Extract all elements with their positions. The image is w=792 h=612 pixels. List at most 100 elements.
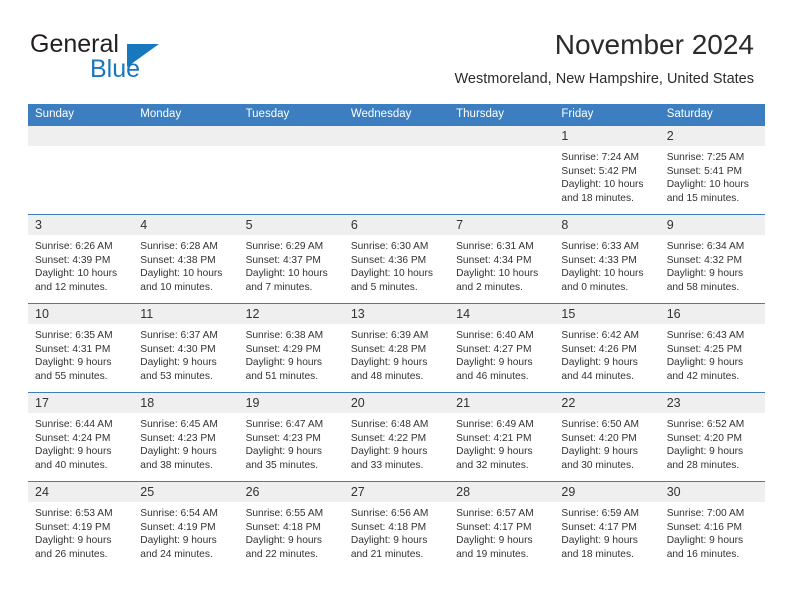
day-number: 8 bbox=[554, 215, 660, 235]
calendar-day-cell[interactable]: 10 Sunrise: 6:35 AM Sunset: 4:31 PM Dayligh… bbox=[28, 303, 134, 393]
general-blue-logo[interactable]: General Blue bbox=[30, 30, 210, 88]
daylight-duration-line1: Daylight: 9 hours bbox=[666, 357, 744, 369]
day-details: Sunrise: 6:42 AM Sunset: 4:26 PM Daylight:… bbox=[554, 324, 659, 383]
sunset-time: Sunset: 4:18 PM bbox=[350, 521, 427, 533]
calendar-day-cell[interactable]: 6 Sunrise: 6:30 AM Sunset: 4:36 PM Daylight… bbox=[343, 214, 450, 304]
sunset-time: Sunset: 4:24 PM bbox=[35, 432, 111, 444]
calendar-day-cell[interactable]: 19 Sunrise: 6:47 AM Sunset: 4:23 PM Dayligh… bbox=[238, 392, 344, 482]
daylight-duration-line2: and 0 minutes. bbox=[561, 281, 629, 293]
calendar-week-row: 17 Sunrise: 6:44 AM Sunset: 4:24 PM Dayligh… bbox=[28, 392, 765, 482]
calendar-day-cell[interactable]: 13 Sunrise: 6:39 AM Sunset: 4:28 PM Dayligh… bbox=[343, 303, 450, 393]
calendar-week-row: 10 Sunrise: 6:35 AM Sunset: 4:31 PM Dayligh… bbox=[28, 303, 765, 393]
calendar-day-cell[interactable]: 25 Sunrise: 6:54 AM Sunset: 4:19 PM Dayligh… bbox=[133, 481, 239, 570]
calendar-day-cell[interactable]: 3 Sunrise: 6:26 AM Sunset: 4:39 PM Daylight… bbox=[28, 214, 134, 304]
calendar-day-cell[interactable]: 26 Sunrise: 6:55 AM Sunset: 4:18 PM Dayligh… bbox=[238, 481, 344, 570]
daylight-duration-line1: Daylight: 9 hours bbox=[35, 357, 112, 369]
calendar-day-cell[interactable]: 9 Sunrise: 6:34 AM Sunset: 4:32 PM Daylight… bbox=[659, 214, 765, 304]
sunrise-time: Sunrise: 6:47 AM bbox=[245, 419, 324, 430]
day-details: Sunrise: 6:30 AM Sunset: 4:36 PM Daylight:… bbox=[344, 235, 449, 294]
sunset-time: Sunset: 4:23 PM bbox=[245, 432, 321, 444]
calendar-day-cell[interactable]: 18 Sunrise: 6:45 AM Sunset: 4:23 PM Dayligh… bbox=[133, 392, 239, 482]
calendar-day-cell[interactable]: 15 Sunrise: 6:42 AM Sunset: 4:26 PM Dayligh… bbox=[554, 303, 660, 393]
day-number bbox=[343, 126, 450, 146]
day-number: 19 bbox=[238, 393, 344, 413]
daylight-duration-line1: Daylight: 9 hours bbox=[666, 446, 744, 458]
sunrise-time: Sunrise: 6:45 AM bbox=[140, 419, 218, 430]
calendar-day-cell[interactable]: 22 Sunrise: 6:50 AM Sunset: 4:20 PM Dayligh… bbox=[554, 392, 660, 482]
daylight-duration-line1: Daylight: 9 hours bbox=[245, 357, 323, 369]
sunrise-time: Sunrise: 6:48 AM bbox=[350, 419, 429, 430]
calendar-day-cell[interactable]: 30 Sunrise: 7:00 AM Sunset: 4:16 PM Dayligh… bbox=[659, 481, 765, 570]
sunrise-time: Sunrise: 6:28 AM bbox=[140, 241, 218, 252]
calendar-day-cell[interactable]: 29 Sunrise: 6:59 AM Sunset: 4:17 PM Dayligh… bbox=[554, 481, 660, 570]
calendar-day-cell[interactable]: 27 Sunrise: 6:56 AM Sunset: 4:18 PM Dayligh… bbox=[343, 481, 450, 570]
daylight-duration-line1: Daylight: 9 hours bbox=[140, 446, 217, 458]
sunset-time: Sunset: 4:25 PM bbox=[666, 343, 743, 355]
calendar-day-cell[interactable]: 5 Sunrise: 6:29 AM Sunset: 4:37 PM Daylight… bbox=[238, 214, 344, 304]
sunrise-time: Sunrise: 6:59 AM bbox=[561, 508, 639, 519]
daylight-duration-line1: Daylight: 10 hours bbox=[140, 268, 223, 280]
calendar-day-cell-empty bbox=[449, 125, 555, 215]
calendar-day-cell[interactable]: 14 Sunrise: 6:40 AM Sunset: 4:27 PM Dayligh… bbox=[449, 303, 555, 393]
calendar-day-cell[interactable]: 2 Sunrise: 7:25 AM Sunset: 5:41 PM Daylight… bbox=[659, 125, 765, 215]
day-details: Sunrise: 6:26 AM Sunset: 4:39 PM Daylight:… bbox=[28, 235, 133, 294]
sunset-time: Sunset: 4:36 PM bbox=[350, 254, 427, 266]
day-number: 18 bbox=[133, 393, 239, 413]
calendar-day-cell[interactable]: 1 Sunrise: 7:24 AM Sunset: 5:42 PM Daylight… bbox=[554, 125, 660, 215]
sunrise-time: Sunrise: 6:53 AM bbox=[35, 508, 113, 519]
page-subtitle: Westmoreland, New Hampshire, United Stat… bbox=[454, 71, 754, 87]
daylight-duration-line1: Daylight: 10 hours bbox=[245, 268, 328, 280]
calendar-day-cell[interactable]: 11 Sunrise: 6:37 AM Sunset: 4:30 PM Dayligh… bbox=[133, 303, 239, 393]
daylight-duration-line2: and 18 minutes. bbox=[561, 192, 634, 204]
daylight-duration-line1: Daylight: 10 hours bbox=[350, 268, 433, 280]
day-number: 17 bbox=[28, 393, 134, 413]
day-number: 28 bbox=[449, 482, 555, 502]
day-number: 11 bbox=[133, 304, 239, 324]
sunset-time: Sunset: 4:31 PM bbox=[35, 343, 111, 355]
day-details: Sunrise: 6:28 AM Sunset: 4:38 PM Daylight:… bbox=[133, 235, 238, 294]
day-number bbox=[133, 126, 239, 146]
calendar-day-cell[interactable]: 28 Sunrise: 6:57 AM Sunset: 4:17 PM Dayligh… bbox=[449, 481, 555, 570]
day-number: 16 bbox=[659, 304, 765, 324]
weekday-header-saturday: Saturday bbox=[659, 104, 765, 126]
day-number: 12 bbox=[238, 304, 344, 324]
day-details: Sunrise: 6:45 AM Sunset: 4:23 PM Daylight:… bbox=[133, 413, 238, 472]
day-number: 21 bbox=[449, 393, 555, 413]
daylight-duration-line1: Daylight: 10 hours bbox=[456, 268, 539, 280]
calendar-day-cell[interactable]: 21 Sunrise: 6:49 AM Sunset: 4:21 PM Dayligh… bbox=[449, 392, 555, 482]
day-details: Sunrise: 6:33 AM Sunset: 4:33 PM Daylight:… bbox=[554, 235, 659, 294]
day-number: 15 bbox=[554, 304, 660, 324]
day-details: Sunrise: 6:47 AM Sunset: 4:23 PM Daylight:… bbox=[239, 413, 344, 472]
calendar-day-cell[interactable]: 12 Sunrise: 6:38 AM Sunset: 4:29 PM Dayligh… bbox=[238, 303, 344, 393]
sunrise-time: Sunrise: 6:26 AM bbox=[35, 241, 113, 252]
sunset-time: Sunset: 4:33 PM bbox=[561, 254, 637, 266]
day-details: Sunrise: 6:39 AM Sunset: 4:28 PM Daylight:… bbox=[344, 324, 449, 383]
day-number: 9 bbox=[659, 215, 765, 235]
weekday-header-friday: Friday bbox=[554, 104, 660, 126]
sunset-time: Sunset: 4:26 PM bbox=[561, 343, 637, 355]
daylight-duration-line1: Daylight: 9 hours bbox=[140, 535, 217, 547]
page-title: November 2024 bbox=[554, 29, 754, 60]
weekday-header-monday: Monday bbox=[133, 104, 239, 126]
weekday-header-thursday: Thursday bbox=[449, 104, 555, 126]
daylight-duration-line1: Daylight: 9 hours bbox=[140, 357, 217, 369]
calendar-day-cell[interactable]: 7 Sunrise: 6:31 AM Sunset: 4:34 PM Daylight… bbox=[449, 214, 555, 304]
calendar-day-cell-empty bbox=[238, 125, 344, 215]
weekday-header-wednesday: Wednesday bbox=[343, 104, 450, 126]
daylight-duration-line1: Daylight: 9 hours bbox=[666, 535, 744, 547]
day-number: 6 bbox=[343, 215, 450, 235]
calendar-day-cell[interactable]: 16 Sunrise: 6:43 AM Sunset: 4:25 PM Dayligh… bbox=[659, 303, 765, 393]
calendar-day-cell[interactable]: 23 Sunrise: 6:52 AM Sunset: 4:20 PM Dayligh… bbox=[659, 392, 765, 482]
sunrise-time: Sunrise: 6:33 AM bbox=[561, 241, 639, 252]
calendar-day-cell[interactable]: 24 Sunrise: 6:53 AM Sunset: 4:19 PM Dayligh… bbox=[28, 481, 134, 570]
daylight-duration-line1: Daylight: 9 hours bbox=[561, 535, 638, 547]
calendar-day-cell[interactable]: 4 Sunrise: 6:28 AM Sunset: 4:38 PM Daylight… bbox=[133, 214, 239, 304]
day-details: Sunrise: 6:54 AM Sunset: 4:19 PM Daylight:… bbox=[133, 502, 238, 561]
calendar-day-cell[interactable]: 8 Sunrise: 6:33 AM Sunset: 4:33 PM Daylight… bbox=[554, 214, 660, 304]
calendar-day-cell[interactable]: 20 Sunrise: 6:48 AM Sunset: 4:22 PM Dayligh… bbox=[343, 392, 450, 482]
day-number: 7 bbox=[449, 215, 555, 235]
sunset-time: Sunset: 5:41 PM bbox=[666, 165, 743, 177]
daylight-duration-line2: and 12 minutes. bbox=[35, 281, 108, 293]
calendar-day-cell[interactable]: 17 Sunrise: 6:44 AM Sunset: 4:24 PM Dayligh… bbox=[28, 392, 134, 482]
day-number bbox=[28, 126, 134, 146]
